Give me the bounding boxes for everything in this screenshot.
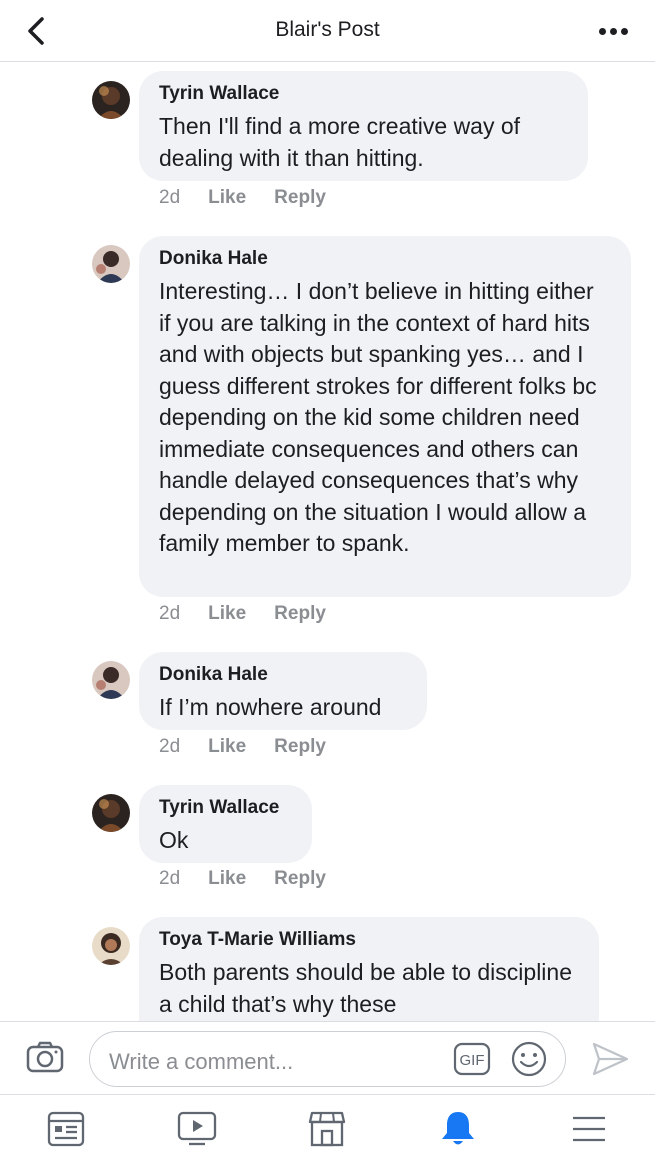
more-horizontal-icon [599, 28, 606, 35]
comment-text: Both parents should be able to disciplin… [159, 959, 573, 1017]
comment-bubble: Tyrin Wallace Ok [139, 785, 312, 863]
notifications-icon [442, 1112, 474, 1145]
comment-list: Tyrin Wallace Then I'll find a more crea… [0, 63, 655, 1021]
comment-bubble: Donika Hale If I’m nowhere around [139, 652, 427, 730]
post-header: Blair's Post [0, 0, 655, 62]
comment-author[interactable]: Toya T-Marie Williams [159, 929, 579, 951]
tab-notifications[interactable] [438, 1109, 478, 1149]
reply-button[interactable]: Reply [274, 603, 326, 625]
gif-label: GIF [460, 1052, 485, 1069]
news-feed-icon [47, 1111, 85, 1147]
comment-composer: Write a comment... GIF [0, 1021, 655, 1094]
avatar[interactable] [92, 661, 130, 699]
avatar[interactable] [92, 245, 130, 283]
emoji-button[interactable] [510, 1040, 548, 1078]
bottom-tab-bar [0, 1094, 655, 1164]
page-title: Blair's Post [275, 18, 380, 41]
comment-text: Ok [159, 827, 189, 853]
comment-author[interactable]: Donika Hale [159, 664, 407, 686]
comment-bubble: Toya T-Marie Williams Both parents shoul… [139, 917, 599, 1021]
like-button[interactable]: Like [208, 603, 246, 625]
reply-button[interactable]: Reply [274, 868, 326, 890]
more-options-button[interactable] [599, 22, 635, 42]
reply-button[interactable]: Reply [274, 736, 326, 758]
avatar[interactable] [92, 81, 130, 119]
tab-menu[interactable] [569, 1109, 609, 1149]
watch-icon [177, 1111, 217, 1146]
menu-icon [573, 1116, 605, 1142]
marketplace-icon [308, 1111, 346, 1147]
comment-time: 2d [159, 187, 181, 208]
send-icon [592, 1042, 629, 1076]
comment-input[interactable]: Write a comment... [89, 1031, 566, 1087]
comment-author[interactable]: Donika Hale [159, 248, 611, 270]
emoji-icon [511, 1041, 547, 1077]
avatar[interactable] [92, 794, 130, 832]
tab-marketplace[interactable] [307, 1109, 347, 1149]
comment-author[interactable]: Tyrin Wallace [159, 83, 568, 105]
camera-button[interactable] [26, 1040, 64, 1074]
comment-text: If I’m nowhere around [159, 694, 382, 720]
comment-text: Then I'll find a more creative way of de… [159, 113, 521, 171]
reply-button[interactable]: Reply [274, 187, 326, 209]
comment-time: 2d [159, 868, 181, 889]
like-button[interactable]: Like [208, 868, 246, 890]
comment-actions: 2d Like Reply [159, 736, 354, 758]
like-button[interactable]: Like [208, 187, 246, 209]
comment-bubble: Donika Hale Interesting… I don’t believe… [139, 236, 631, 597]
comment-text: Interesting… I don’t believe in hitting … [159, 278, 597, 556]
like-button[interactable]: Like [208, 736, 246, 758]
comment-bubble: Tyrin Wallace Then I'll find a more crea… [139, 71, 588, 181]
tab-news-feed[interactable] [46, 1109, 86, 1149]
comment-author[interactable]: Tyrin Wallace [159, 797, 292, 819]
avatar[interactable] [92, 927, 130, 965]
send-button[interactable] [590, 1040, 630, 1078]
comment-actions: 2d Like Reply [159, 187, 354, 209]
comment-actions: 2d Like Reply [159, 868, 354, 890]
comment-time: 2d [159, 603, 181, 624]
tab-watch[interactable] [177, 1109, 217, 1149]
gif-button[interactable]: GIF [453, 1042, 491, 1076]
comment-time: 2d [159, 736, 181, 757]
camera-icon [26, 1041, 64, 1073]
comment-actions: 2d Like Reply [159, 603, 354, 625]
